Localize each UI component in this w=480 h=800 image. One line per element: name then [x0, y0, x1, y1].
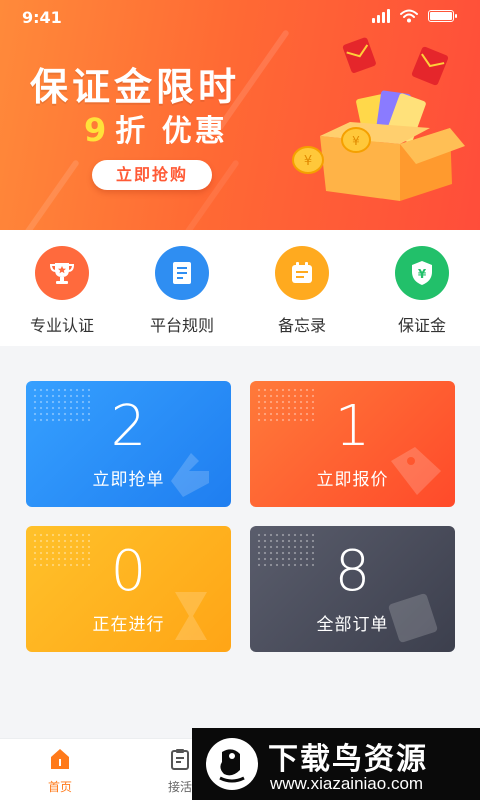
- card-in-progress[interactable]: 0 正在进行: [26, 526, 231, 652]
- svg-text:¥: ¥: [304, 154, 312, 169]
- card-quote[interactable]: 1 立即报价: [250, 381, 455, 507]
- signal-icon: [372, 9, 390, 23]
- banner-subtitle: 9折 优惠: [84, 106, 228, 150]
- watermark-url: www.xiazainiao.com: [270, 774, 424, 793]
- card-count: 2: [110, 394, 147, 459]
- wifi-icon: [400, 9, 418, 23]
- quick-item-rules[interactable]: 平台规则: [122, 246, 242, 336]
- card-grab-order[interactable]: 2 立即抢单: [26, 381, 231, 507]
- status-bar: 9:41: [0, 0, 480, 34]
- card-label: 立即报价: [316, 470, 389, 490]
- svg-text:¥: ¥: [418, 267, 427, 281]
- quick-item-label: 备忘录: [277, 316, 326, 335]
- quick-item-certification[interactable]: 专业认证: [2, 246, 122, 336]
- buy-now-button[interactable]: 立即抢购: [92, 160, 212, 190]
- home-icon: [51, 749, 69, 769]
- quick-item-label: 专业认证: [29, 316, 94, 335]
- card-label: 全部订单: [316, 615, 389, 635]
- quick-item-deposit[interactable]: ¥ 保证金: [362, 246, 480, 336]
- watermark-title: 下载鸟资源: [268, 742, 428, 777]
- quick-item-memo[interactable]: 备忘录: [242, 246, 362, 336]
- tab-label: 首页: [47, 780, 72, 794]
- card-count: 0: [110, 539, 147, 604]
- card-count: 1: [334, 394, 371, 459]
- status-time: 9:41: [22, 8, 62, 27]
- quick-item-label: 保证金: [397, 316, 446, 335]
- watermark-overlay: 下载鸟资源 www.xiazainiao.com: [192, 728, 480, 800]
- clipboard-icon: [171, 749, 189, 770]
- bird-logo-icon: [206, 738, 258, 790]
- status-icons: [372, 9, 457, 23]
- discount-number: 9: [84, 111, 110, 149]
- banner-title: 保证金限时: [30, 65, 241, 109]
- document-icon: [155, 246, 209, 300]
- promo-banner[interactable]: 9:41 保证金限时 9折 优惠 立即抢购 ¥ ¥: [0, 0, 480, 230]
- card-label: 正在进行: [92, 615, 165, 635]
- card-count: 8: [334, 539, 371, 604]
- shield-yuan-icon: ¥: [395, 246, 449, 300]
- memo-icon: [275, 246, 329, 300]
- trophy-icon: [35, 246, 89, 300]
- svg-text:¥: ¥: [352, 134, 360, 148]
- banner-stripe: [6, 159, 80, 230]
- card-label: 立即抢单: [92, 470, 165, 490]
- card-all-orders[interactable]: 8 全部订单: [250, 526, 455, 652]
- battery-icon: [428, 10, 457, 22]
- tab-home[interactable]: 首页: [30, 747, 90, 795]
- gift-box-illustration: ¥ ¥: [292, 37, 465, 201]
- discount-text: 折 优惠: [115, 114, 228, 149]
- quick-item-label: 平台规则: [149, 316, 214, 335]
- quick-menu: 专业认证 平台规则 备忘录 ¥ 保证金: [0, 230, 480, 346]
